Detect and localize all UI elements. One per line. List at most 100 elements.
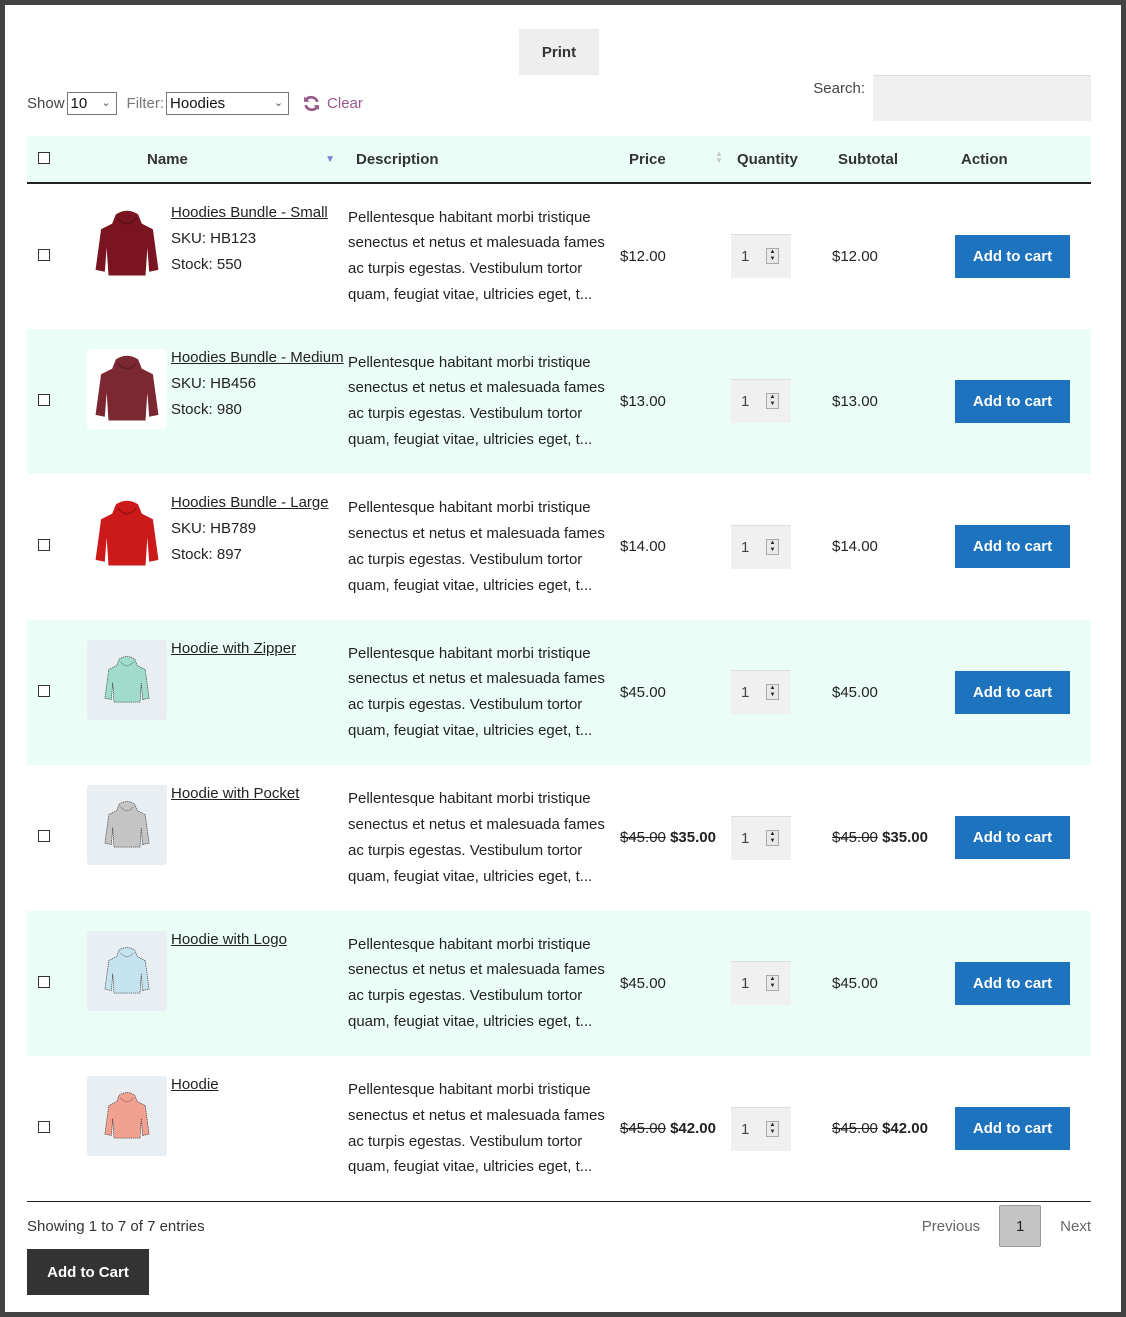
add-to-cart-button[interactable]: Add to cart (955, 1107, 1070, 1150)
quantity-input[interactable]: 1 ▲ ▼ (731, 234, 791, 279)
products-table: Name ▼ Description Price ▲ ▼ Quantity Sub… (27, 136, 1091, 1202)
subtotal-header: Subtotal (832, 136, 955, 183)
quantity-input[interactable]: 1 ▲ ▼ (731, 379, 791, 424)
row-checkbox[interactable] (38, 393, 50, 406)
category-filter-value: Hoodies (170, 94, 226, 112)
row-checkbox[interactable] (38, 684, 50, 697)
table-controls: Show 10 ⌄ Filter: Hoodies ⌄ Clear (27, 91, 363, 115)
search-input[interactable] (873, 75, 1091, 121)
hoodie-icon (104, 655, 150, 702)
quantity-value: 1 (741, 684, 750, 702)
page-1-button[interactable]: 1 (999, 1205, 1042, 1247)
quantity-input[interactable]: 1 ▲ ▼ (731, 815, 791, 860)
price-regular: $45.00 (620, 829, 666, 847)
product-image-mint-zip-hoodie[interactable] (87, 639, 167, 720)
previous-page-button[interactable]: Previous (922, 1218, 980, 1235)
add-to-cart-button[interactable]: Add to cart (955, 525, 1070, 569)
add-to-cart-button[interactable]: Add to cart (955, 234, 1070, 278)
quantity-spinner-icon[interactable]: ▲ ▼ (766, 393, 779, 410)
product-name-link[interactable]: Hoodies Bundle - Medium (171, 349, 344, 366)
product-name-link[interactable]: Hoodie with Logo (171, 931, 287, 948)
quantity-spinner-icon[interactable]: ▲ ▼ (766, 1120, 779, 1137)
price-header[interactable]: Price ▲ ▼ (609, 136, 731, 183)
product-description: Pellentesque habitant morbi tristique se… (348, 208, 605, 304)
row-checkbox[interactable] (38, 975, 50, 988)
refresh-icon (304, 95, 319, 111)
quantity-spinner-icon[interactable]: ▲ ▼ (766, 975, 779, 992)
price-current: $45.00 (620, 974, 666, 992)
table-header-row: Name ▼ Description Price ▲ ▼ Quantity Sub… (27, 136, 1091, 183)
subtotal-current: $13.00 (832, 392, 878, 410)
product-description: Pellentesque habitant morbi tristique se… (348, 935, 605, 1031)
product-image-grey-pocket-hoodie[interactable] (87, 785, 167, 865)
table-row: Hoodie Pellentesque habitant morbi trist… (27, 1056, 1091, 1202)
add-to-cart-button[interactable]: Add to cart (955, 961, 1070, 1005)
row-checkbox[interactable] (38, 539, 50, 552)
product-image-red-hoodie[interactable] (87, 494, 167, 574)
product-description: Pellentesque habitant morbi tristique se… (348, 644, 605, 740)
product-sku: SKU: HB789 (171, 520, 257, 537)
product-image-maroon-hoodie-print[interactable] (87, 204, 167, 284)
product-name-link[interactable]: Hoodie with Zipper (171, 640, 296, 657)
add-to-cart-button[interactable]: Add to cart (955, 379, 1070, 423)
product-image-lightblue-logo-hoodie[interactable] (87, 930, 167, 1011)
print-button[interactable]: Print (519, 29, 599, 75)
price-header-label: Price (629, 150, 666, 168)
subtotal-current: $35.00 (882, 829, 928, 847)
add-to-cart-button[interactable]: Add to cart (955, 816, 1070, 860)
product-name-link[interactable]: Hoodie (171, 1076, 219, 1093)
quantity-value: 1 (741, 975, 750, 993)
product-name-link[interactable]: Hoodie with Pocket (171, 785, 299, 802)
description-header: Description (345, 136, 609, 183)
add-to-cart-button[interactable]: Add to cart (955, 670, 1070, 714)
next-page-button[interactable]: Next (1060, 1218, 1091, 1235)
clear-filter-link[interactable]: Clear (303, 95, 363, 112)
chevron-down-icon: ⌄ (273, 96, 284, 109)
quantity-value: 1 (741, 1120, 750, 1138)
quantity-value: 1 (741, 538, 750, 556)
quantity-spinner-icon[interactable]: ▲ ▼ (766, 538, 779, 555)
quantity-spinner-icon[interactable]: ▲ ▼ (766, 684, 779, 701)
subtotal-header-label: Subtotal (838, 150, 898, 168)
product-image-pink-hoodie[interactable] (87, 1076, 167, 1156)
quantity-input[interactable]: 1 ▲ ▼ (731, 524, 791, 569)
table-row: Hoodies Bundle - Medium SKU: HB456 Stock… (27, 328, 1091, 474)
quantity-input[interactable]: 1 ▲ ▼ (731, 1106, 791, 1151)
table-info: Showing 1 to 7 of 7 entries (27, 1218, 205, 1235)
search-label: Search: (813, 79, 865, 97)
name-header-label: Name (147, 150, 188, 168)
row-checkbox[interactable] (38, 830, 50, 843)
quantity-header-label: Quantity (737, 150, 798, 168)
hoodie-icon (104, 946, 150, 993)
table-row: Hoodies Bundle - Large SKU: HB789 Stock:… (27, 474, 1091, 620)
quantity-value: 1 (741, 829, 750, 847)
row-checkbox[interactable] (38, 1121, 50, 1133)
product-name-link[interactable]: Hoodies Bundle - Small (171, 204, 328, 221)
add-selected-to-cart-button[interactable]: Add to Cart (27, 1249, 149, 1295)
quantity-input[interactable]: 1 ▲ ▼ (731, 961, 791, 1006)
page-length-select[interactable]: 10 ⌄ (66, 91, 117, 115)
filter-label: Filter: (126, 94, 165, 112)
product-stock: Stock: 980 (171, 400, 242, 418)
action-header: Action (955, 136, 1091, 183)
hoodie-icon (104, 1092, 150, 1139)
product-image-burgundy-hoodie[interactable] (87, 348, 167, 429)
chevron-down-icon: ⌄ (101, 96, 111, 109)
table-row: Hoodie with Zipper Pellentesque habitant… (27, 619, 1091, 765)
name-header[interactable]: Name ▼ (147, 136, 345, 183)
quantity-spinner-icon[interactable]: ▲ ▼ (766, 829, 779, 846)
subtotal-regular: $45.00 (832, 829, 878, 847)
quantity-spinner-icon[interactable]: ▲ ▼ (766, 248, 779, 265)
select-all-checkbox[interactable] (38, 151, 50, 164)
page-length-value: 10 (70, 94, 88, 112)
quantity-input[interactable]: 1 ▲ ▼ (731, 670, 791, 715)
product-stock: Stock: 550 (171, 256, 242, 273)
hoodie-icon (95, 500, 159, 566)
price-current: $12.00 (620, 247, 666, 265)
product-name-link[interactable]: Hoodies Bundle - Large (171, 494, 329, 511)
subtotal-current: $45.00 (832, 683, 878, 701)
table-row: Hoodies Bundle - Small SKU: HB123 Stock:… (27, 183, 1091, 329)
category-filter-select[interactable]: Hoodies ⌄ (166, 91, 290, 115)
row-checkbox[interactable] (38, 248, 50, 261)
price-current: $42.00 (670, 1120, 716, 1137)
